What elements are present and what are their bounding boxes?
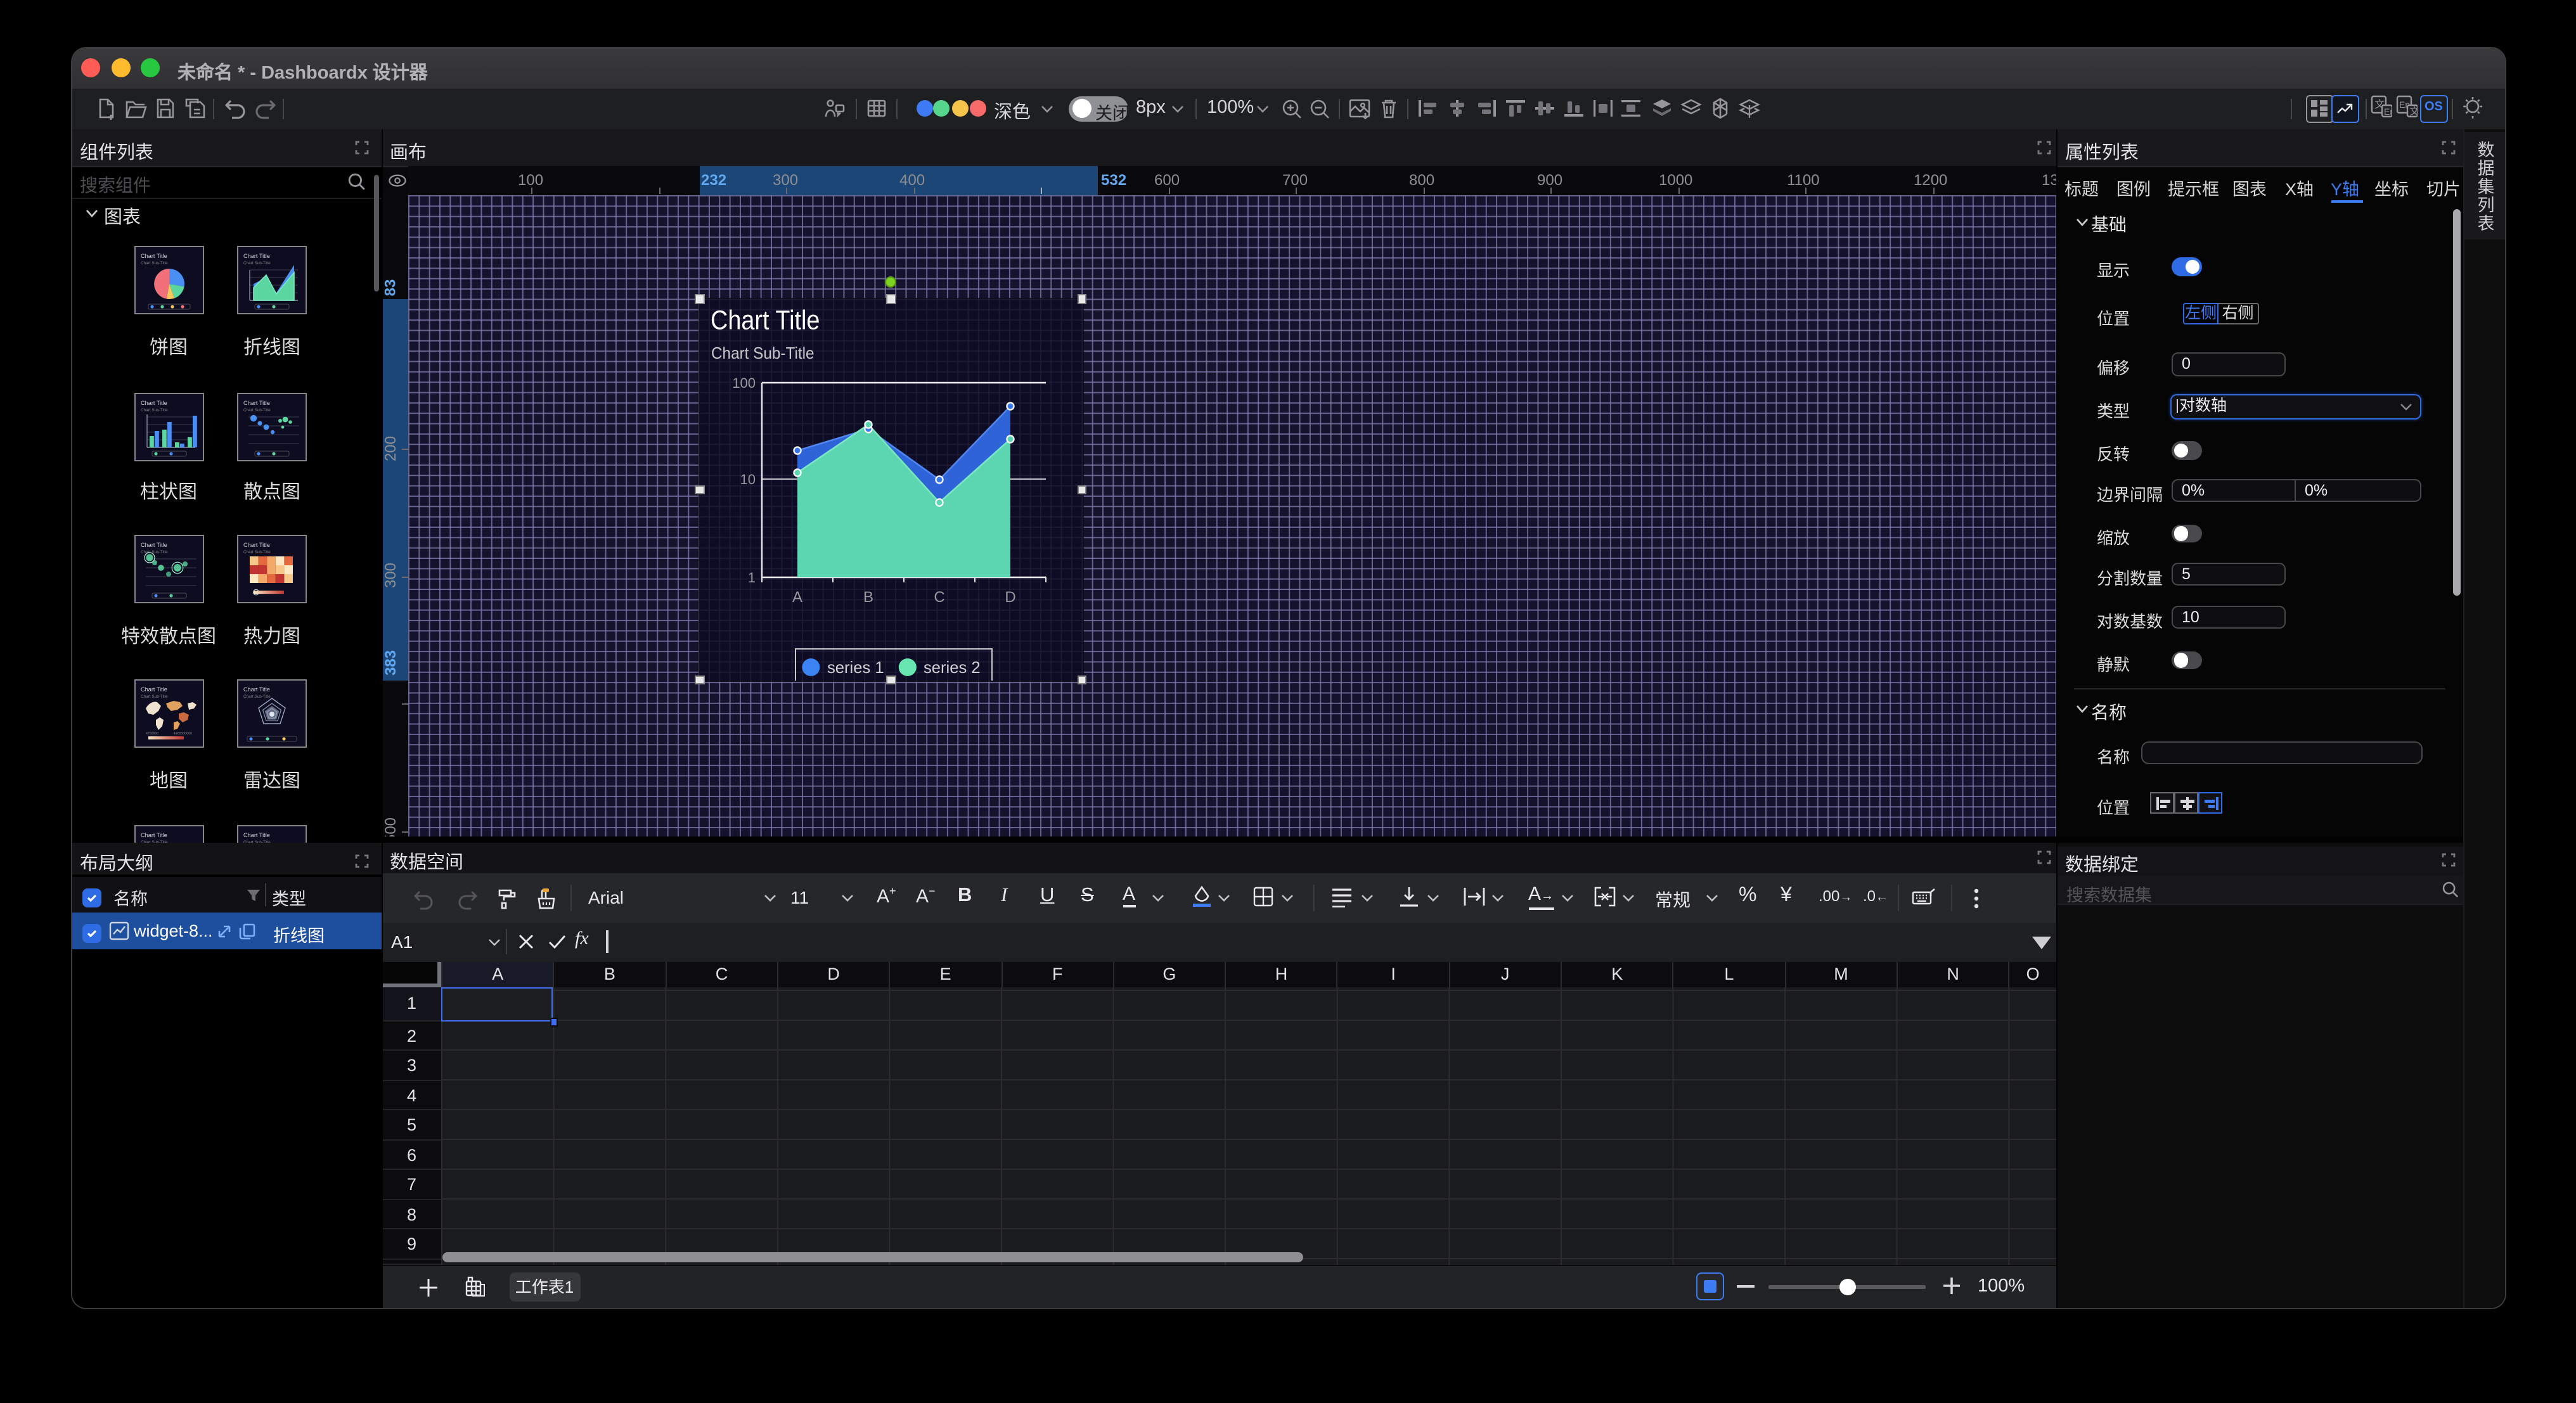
svg-text:Chart Title: Chart Title [243,252,270,259]
svg-text:Chart Sub-Title: Chart Sub-Title [140,407,167,412]
svg-text:Chart Sub-Title: Chart Sub-Title [243,260,271,265]
svg-text:D: D [1005,589,1015,606]
svg-text:Chart Title: Chart Title [243,832,270,838]
svg-text:Chart Title: Chart Title [243,686,270,693]
svg-text:Chart Title: Chart Title [140,541,167,548]
svg-text:Chart Sub-Title: Chart Sub-Title [140,695,167,699]
svg-text:4750000: 4750000 [145,732,158,736]
svg-text:series 1: series 1 [827,659,884,677]
svg-text:Chart Title: Chart Title [140,399,167,406]
svg-text:1: 1 [748,570,756,586]
svg-text:Chart Title: Chart Title [140,686,167,693]
svg-text:Chart Title: Chart Title [711,304,820,335]
svg-text:Chart Title: Chart Title [140,832,167,838]
svg-text:A: A [792,589,802,606]
svg-text:C: C [934,589,944,606]
svg-text:Chart Title: Chart Title [243,541,270,548]
svg-text:B: B [863,589,873,606]
svg-text:Chart Sub-Title: Chart Sub-Title [711,344,815,362]
svg-text:Chart Sub-Title: Chart Sub-Title [140,260,167,265]
svg-text:Chart Sub-Title: Chart Sub-Title [140,549,167,554]
svg-text:Chart Sub-Title: Chart Sub-Title [243,695,271,699]
svg-text:Chart Sub-Title: Chart Sub-Title [243,549,271,554]
svg-text:Chart Title: Chart Title [243,399,270,406]
svg-text:100: 100 [732,375,756,391]
svg-text:1400000000: 1400000000 [173,732,191,736]
svg-text:Chart Title: Chart Title [140,252,167,259]
svg-text:Chart Sub-Title: Chart Sub-Title [243,407,271,412]
svg-text:10: 10 [740,471,756,487]
svg-text:En: En [2384,106,2392,117]
svg-text:series 2: series 2 [924,659,981,677]
svg-text:文: 文 [2409,106,2418,117]
